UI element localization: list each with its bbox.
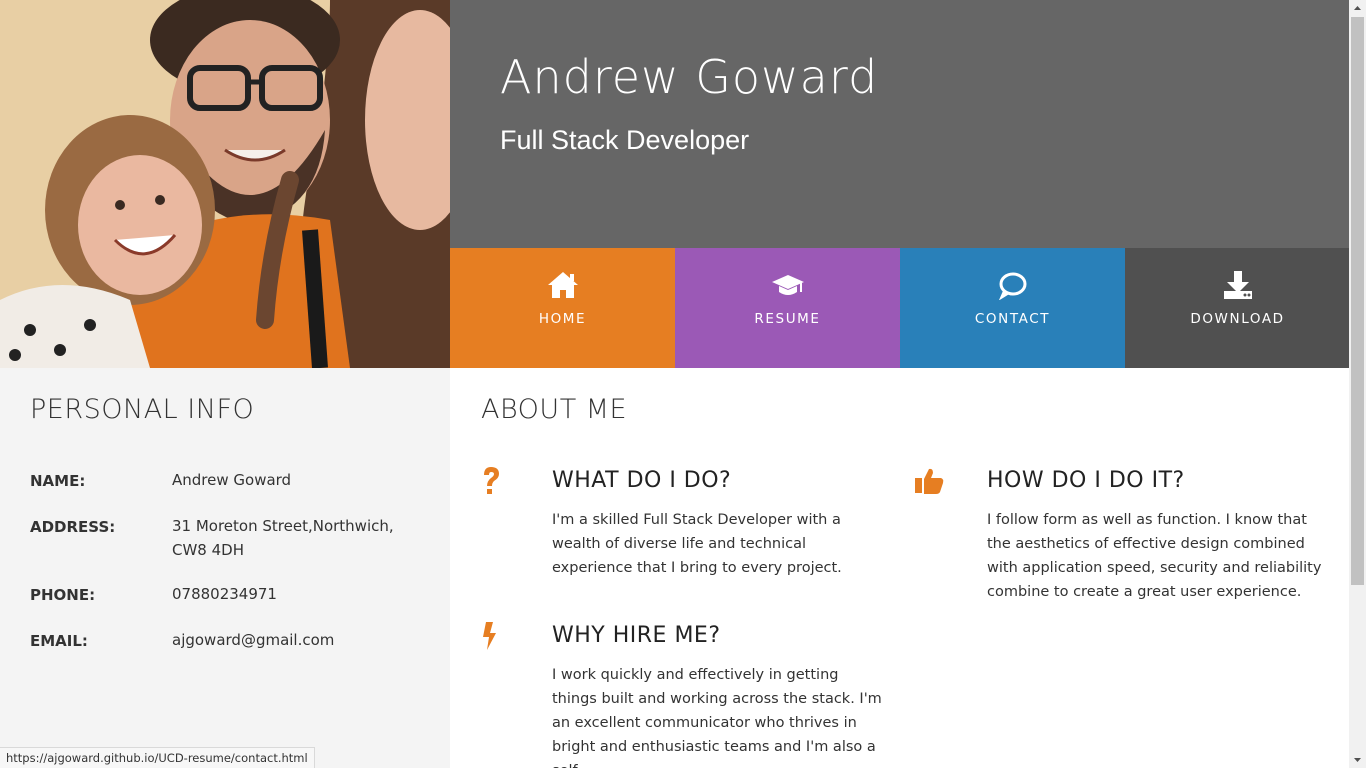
download-icon bbox=[1223, 271, 1252, 299]
status-bar-url: https://ajgoward.github.io/UCD-resume/co… bbox=[0, 747, 315, 768]
info-label: NAME: bbox=[30, 472, 86, 490]
graduation-cap-icon bbox=[771, 275, 804, 295]
scroll-up-arrow-icon[interactable] bbox=[1349, 0, 1366, 17]
about-me-heading: ABOUT ME bbox=[481, 394, 628, 425]
feature-title: WHY HIRE ME? bbox=[552, 623, 721, 648]
main-nav: HOME RESUME CONTACT DOWNLOAD bbox=[450, 248, 1350, 368]
personal-info-heading: PERSONAL INFO bbox=[30, 394, 255, 425]
info-value: Andrew Goward bbox=[172, 471, 292, 489]
feature-how-do-i-do-it: HOW DO I DO IT? I follow form as well as… bbox=[915, 466, 1335, 626]
nav-download-label: DOWNLOAD bbox=[1190, 311, 1285, 327]
info-label: PHONE: bbox=[30, 586, 96, 604]
info-label: EMAIL: bbox=[30, 632, 88, 650]
nav-contact-label: CONTACT bbox=[974, 311, 1051, 327]
nav-download-button[interactable]: DOWNLOAD bbox=[1125, 248, 1350, 368]
feature-title: WHAT DO I DO? bbox=[552, 468, 732, 493]
info-value: 07880234971 bbox=[172, 585, 277, 603]
info-value: ajgoward@gmail.com bbox=[172, 631, 335, 649]
thumbs-up-icon bbox=[915, 468, 944, 494]
info-label: ADDRESS: bbox=[30, 518, 116, 536]
question-icon bbox=[484, 467, 499, 494]
profile-name: Andrew Goward bbox=[500, 50, 879, 104]
nav-contact-button[interactable]: CONTACT bbox=[900, 248, 1125, 368]
nav-resume-label: RESUME bbox=[754, 311, 821, 327]
profile-photo bbox=[0, 0, 450, 368]
personal-info-panel: PERSONAL INFO NAME: Andrew Goward ADDRES… bbox=[0, 368, 450, 768]
scrollbar-thumb[interactable] bbox=[1351, 17, 1364, 585]
home-icon bbox=[547, 272, 578, 298]
lightning-icon bbox=[483, 622, 496, 650]
feature-body: I follow form as well as function. I kno… bbox=[987, 512, 1322, 600]
feature-title: HOW DO I DO IT? bbox=[987, 468, 1185, 493]
feature-body: I work quickly and effectively in gettin… bbox=[552, 667, 882, 768]
nav-home-label: HOME bbox=[538, 311, 587, 327]
feature-body: I'm a skilled Full Stack Developer with … bbox=[552, 512, 842, 576]
about-me-panel: ABOUT ME WHAT DO I DO? I'm a skilled Ful… bbox=[450, 368, 1350, 768]
nav-resume-button[interactable]: RESUME bbox=[675, 248, 900, 368]
vertical-scrollbar[interactable] bbox=[1349, 0, 1366, 768]
feature-why-hire-me: WHY HIRE ME? I work quickly and effectiv… bbox=[480, 621, 900, 768]
scroll-down-arrow-icon[interactable] bbox=[1349, 751, 1366, 768]
nav-home-button[interactable]: HOME bbox=[450, 248, 675, 368]
hero-banner: Andrew Goward Full Stack Developer bbox=[450, 0, 1350, 248]
info-value: 31 Moreton Street,Northwich, CW8 4DH bbox=[172, 517, 394, 559]
chat-bubble-icon bbox=[998, 272, 1026, 300]
profile-title: Full Stack Developer bbox=[500, 125, 750, 155]
feature-what-do-i-do: WHAT DO I DO? I'm a skilled Full Stack D… bbox=[480, 466, 900, 596]
